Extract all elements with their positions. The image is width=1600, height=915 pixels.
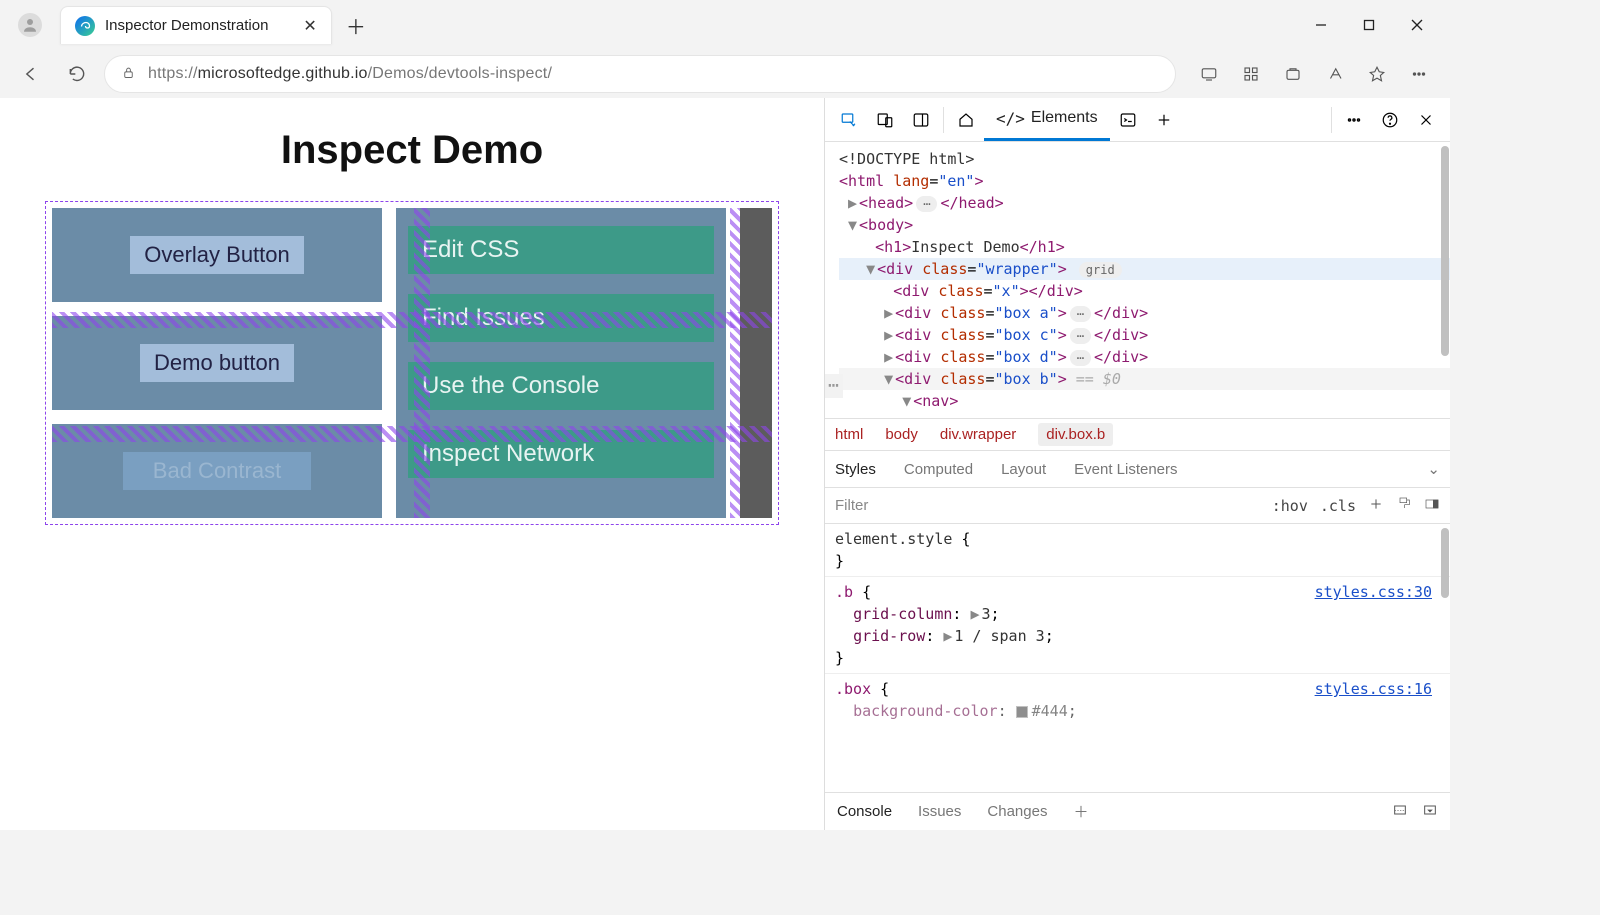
grid-overlay: Overlay Button Edit CSS Find Issues Use … — [45, 201, 779, 525]
drawer-tab-changes[interactable]: Changes — [987, 803, 1047, 820]
tab-elements[interactable]: </>Elements — [984, 98, 1110, 141]
crumb-box-b[interactable]: div.box.b — [1038, 423, 1113, 446]
box-c: Demo button — [52, 316, 382, 410]
styles-pane[interactable]: element.style { } styles.css:30 .b { gri… — [825, 524, 1450, 792]
new-rule-icon[interactable] — [1368, 496, 1384, 516]
dock-side-icon[interactable] — [903, 103, 939, 137]
inspect-element-icon[interactable] — [831, 103, 867, 137]
extensions-icon[interactable] — [1232, 56, 1270, 92]
devtools-help-icon[interactable] — [1372, 103, 1408, 137]
cls-toggle[interactable]: .cls — [1320, 497, 1356, 515]
filter-input[interactable]: Filter — [835, 497, 868, 514]
new-tab-icon[interactable] — [1146, 103, 1182, 137]
window-minimize-button[interactable] — [1298, 5, 1344, 45]
browser-toolbar: https://microsoftedge.github.io/Demos/de… — [0, 50, 1450, 98]
tab-console-icon[interactable] — [1110, 103, 1146, 137]
crumb-html[interactable]: html — [835, 426, 863, 443]
tab-close-icon[interactable]: ✕ — [303, 16, 316, 36]
devtools-more-icon[interactable] — [1336, 103, 1372, 137]
rule-element-style[interactable]: element.style { } — [825, 524, 1450, 577]
rule-b[interactable]: styles.css:30 .b { grid-column: ▶3; grid… — [825, 577, 1450, 674]
screencast-icon[interactable] — [1190, 56, 1228, 92]
rule-box[interactable]: styles.css:16 .box { background-color: #… — [825, 674, 1450, 726]
nav-item-find-issues[interactable]: Find Issues — [408, 294, 714, 342]
styles-tabs: Styles Computed Layout Event Listeners ⌄ — [825, 450, 1450, 488]
drawer-add-icon[interactable]: ＋ — [1073, 801, 1088, 822]
profile-avatar[interactable] — [18, 13, 42, 37]
source-link[interactable]: styles.css:16 — [1315, 678, 1432, 700]
dom-tree[interactable]: <!DOCTYPE html> <html lang="en"> ▶<head>… — [825, 142, 1450, 418]
page-viewport: Inspect Demo Overlay Button Edit CSS Fin… — [0, 98, 824, 830]
box-d: Bad Contrast — [52, 424, 382, 518]
demo-button[interactable]: Demo button — [140, 344, 294, 382]
device-emulation-icon[interactable] — [867, 103, 903, 137]
tab-layout[interactable]: Layout — [1001, 461, 1046, 478]
tab-computed[interactable]: Computed — [904, 461, 973, 478]
chevron-down-icon[interactable]: ⌄ — [1427, 460, 1440, 478]
page-heading: Inspect Demo — [45, 128, 779, 173]
wrapper-grid: Overlay Button Edit CSS Find Issues Use … — [46, 202, 778, 524]
drawer-expand-icon[interactable] — [1422, 802, 1438, 822]
paint-icon[interactable] — [1396, 496, 1412, 516]
back-button[interactable] — [12, 55, 50, 93]
collections-icon[interactable] — [1274, 56, 1312, 92]
nav-item-inspect-network[interactable]: Inspect Network — [408, 430, 714, 478]
lock-icon — [121, 65, 136, 83]
tab-event-listeners[interactable]: Event Listeners — [1074, 461, 1177, 478]
devtools-drawer: Console Issues Changes ＋ — [825, 792, 1450, 830]
breadcrumb: html body div.wrapper div.box.b — [825, 418, 1450, 450]
url-text: https://microsoftedge.github.io/Demos/de… — [148, 65, 552, 83]
hov-toggle[interactable]: :hov — [1272, 497, 1308, 515]
drawer-dock-icon[interactable] — [1392, 802, 1408, 822]
drawer-tab-issues[interactable]: Issues — [918, 803, 961, 820]
new-tab-button[interactable]: ＋ — [346, 11, 366, 40]
box-dark — [740, 208, 772, 518]
bad-contrast-button[interactable]: Bad Contrast — [123, 452, 311, 490]
window-close-button[interactable] — [1394, 5, 1440, 45]
devtools-close-icon[interactable] — [1408, 103, 1444, 137]
refresh-button[interactable] — [58, 55, 96, 93]
drawer-tab-console[interactable]: Console — [837, 803, 892, 820]
devtools-toolbar: </>Elements — [825, 98, 1450, 142]
read-aloud-icon[interactable] — [1316, 56, 1354, 92]
address-bar[interactable]: https://microsoftedge.github.io/Demos/de… — [104, 55, 1176, 93]
browser-titlebar: Inspector Demonstration ✕ ＋ — [0, 0, 1450, 50]
welcome-icon[interactable] — [948, 103, 984, 137]
window-maximize-button[interactable] — [1346, 5, 1392, 45]
dom-ellipsis-icon[interactable]: ⋯ — [825, 374, 843, 398]
edge-favicon — [75, 16, 95, 36]
crumb-body[interactable]: body — [885, 426, 918, 443]
favorite-icon[interactable] — [1358, 56, 1396, 92]
nav-item-use-console[interactable]: Use the Console — [408, 362, 714, 410]
overlay-button[interactable]: Overlay Button — [130, 236, 304, 274]
box-a: Overlay Button — [52, 208, 382, 302]
source-link[interactable]: styles.css:30 — [1315, 581, 1432, 603]
styles-filter-bar: Filter :hov .cls — [825, 488, 1450, 524]
crumb-wrapper[interactable]: div.wrapper — [940, 426, 1016, 443]
dom-node-wrapper[interactable]: ▼<div class="wrapper"> grid — [839, 258, 1450, 280]
browser-tab[interactable]: Inspector Demonstration ✕ — [60, 6, 332, 44]
flex-icon[interactable] — [1424, 496, 1440, 516]
nav-item-edit-css[interactable]: Edit CSS — [408, 226, 714, 274]
more-icon[interactable] — [1400, 56, 1438, 92]
devtools-panel: </>Elements <!DOCTYPE html> <html lang="… — [824, 98, 1450, 830]
box-b-nav: Edit CSS Find Issues Use the Console Ins… — [396, 208, 726, 518]
tab-styles[interactable]: Styles — [835, 461, 876, 478]
dom-node-box-b[interactable]: ▼<div class="box b"> == $0 — [839, 368, 1450, 390]
tab-title: Inspector Demonstration — [105, 17, 268, 34]
